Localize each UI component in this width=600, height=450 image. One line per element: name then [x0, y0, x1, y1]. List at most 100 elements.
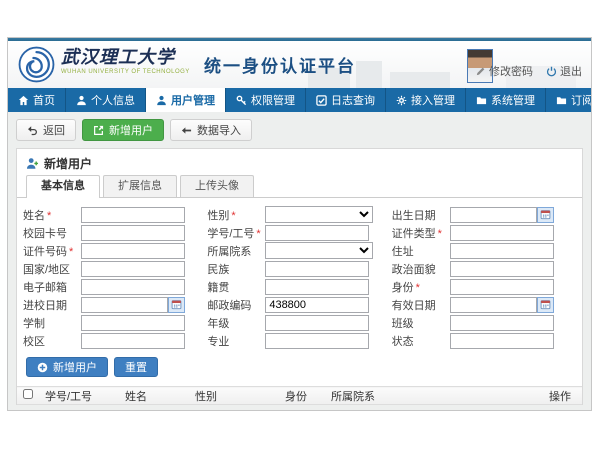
field-input[interactable] — [81, 297, 168, 313]
nav-item-1[interactable]: 首页 — [8, 88, 66, 112]
nav-item-4[interactable]: 权限管理 — [226, 88, 306, 112]
field-label: 进校日期 — [23, 297, 81, 313]
field-input[interactable] — [450, 279, 554, 295]
nav-item-3[interactable]: 用户管理 — [146, 88, 226, 112]
field-input[interactable] — [81, 261, 185, 277]
required-star: * — [256, 228, 260, 240]
form-row: 身份* — [392, 278, 576, 295]
change-password-link[interactable]: 修改密码 — [475, 63, 533, 79]
field-select[interactable] — [265, 206, 373, 223]
field-input[interactable] — [81, 279, 185, 295]
data-import-button[interactable]: 数据导入 — [170, 119, 252, 141]
log-icon — [316, 95, 327, 106]
university-name-cn: 武汉理工大学 — [61, 48, 190, 68]
field-input[interactable] — [450, 297, 537, 313]
nav-item-2[interactable]: 个人信息 — [66, 88, 146, 112]
nav-item-label: 首页 — [33, 92, 55, 108]
field-input[interactable] — [81, 207, 185, 223]
user-icon — [76, 95, 87, 106]
university-name-block: 武汉理工大学 WUHAN UNIVERSITY OF TECHNOLOGY — [61, 48, 190, 75]
back-arrow-icon — [27, 125, 38, 136]
form-row: 证件类型* — [392, 224, 576, 241]
nav-item-label: 用户管理 — [171, 92, 215, 108]
form-row: 证件号码* — [23, 242, 207, 259]
table-header-cell: 身份 — [281, 387, 327, 405]
field-label: 电子邮箱 — [23, 279, 81, 295]
reset-button-label: 重置 — [125, 359, 147, 375]
field-label: 住址 — [392, 243, 450, 259]
user-table-header-row: 学号/工号姓名性别身份所属院系操作 — [17, 387, 582, 405]
folder-icon — [476, 95, 487, 106]
required-star: * — [416, 282, 420, 294]
field-input[interactable] — [450, 243, 554, 259]
tab-2[interactable]: 扩展信息 — [103, 175, 177, 197]
field-input[interactable] — [265, 315, 369, 331]
change-password-label: 修改密码 — [489, 63, 533, 79]
nav-item-7[interactable]: 系统管理 — [466, 88, 546, 112]
nav-item-5[interactable]: 日志查询 — [306, 88, 386, 112]
field-input[interactable] — [81, 333, 185, 349]
select-all-cell — [17, 387, 41, 405]
table-header-cell: 性别 — [191, 387, 281, 405]
back-button[interactable]: 返回 — [16, 119, 76, 141]
reset-button[interactable]: 重置 — [114, 357, 158, 377]
field-label: 性别* — [207, 207, 265, 223]
university-logo-icon — [18, 46, 55, 83]
submit-add-user-button[interactable]: 新增用户 — [26, 357, 108, 377]
header: 武汉理工大学 WUHAN UNIVERSITY OF TECHNOLOGY 统一… — [8, 41, 591, 88]
platform-title: 统一身份认证平台 — [204, 52, 356, 77]
field-input[interactable] — [81, 225, 185, 241]
add-user-toolbar-button[interactable]: 新增用户 — [82, 119, 164, 141]
field-input[interactable] — [265, 279, 369, 295]
field-input[interactable] — [81, 315, 185, 331]
required-star: * — [438, 228, 442, 240]
field-input[interactable] — [450, 315, 554, 331]
calendar-icon[interactable] — [168, 297, 185, 313]
calendar-icon[interactable] — [537, 297, 554, 313]
nav-item-label: 系统管理 — [491, 92, 535, 108]
field-input[interactable] — [265, 333, 369, 349]
section-title-row: 新增用户 — [17, 149, 582, 176]
nav-item-6[interactable]: 接入管理 — [386, 88, 466, 112]
submit-add-user-label: 新增用户 — [53, 359, 97, 375]
field-label: 国家/地区 — [23, 261, 81, 277]
form-row: 邮政编码 — [207, 296, 391, 313]
form-row: 年级 — [207, 314, 391, 331]
content-area: 返回 新增用户 数据导入 新增用户 基本信息扩展信息上传头像 姓名*校园卡号证件… — [8, 112, 591, 411]
field-input[interactable] — [450, 225, 554, 241]
nav-bar: 首页个人信息 用户管理权限管理 日志查询接入管理 系统管理 订阅管理 — [8, 88, 591, 112]
field-input[interactable] — [450, 333, 554, 349]
field-input[interactable] — [450, 207, 537, 223]
nav-item-label: 订阅管理 — [571, 92, 592, 108]
field-input[interactable] — [265, 225, 369, 241]
calendar-icon[interactable] — [537, 207, 554, 223]
field-input[interactable] — [450, 261, 554, 277]
logout-link[interactable]: 退出 — [546, 63, 582, 79]
field-label: 证件类型* — [392, 225, 450, 241]
field-input[interactable] — [265, 297, 369, 313]
user-plus-icon — [26, 157, 39, 170]
field-label: 校园卡号 — [23, 225, 81, 241]
field-input[interactable] — [81, 243, 185, 259]
key-icon — [236, 95, 247, 106]
field-label: 校区 — [23, 333, 81, 349]
form-row: 所属院系 — [207, 242, 391, 259]
tab-1[interactable]: 基本信息 — [26, 175, 100, 198]
back-button-label: 返回 — [43, 122, 65, 138]
required-star: * — [231, 210, 235, 222]
nav-item-label: 日志查询 — [331, 92, 375, 108]
date-field — [450, 297, 554, 313]
field-select[interactable] — [265, 242, 373, 259]
form-row: 班级 — [392, 314, 576, 331]
form-column-1: 姓名*校园卡号证件号码*国家/地区电子邮箱进校日期学制校区 — [23, 206, 207, 350]
field-label: 证件号码* — [23, 243, 81, 259]
add-user-panel: 新增用户 基本信息扩展信息上传头像 姓名*校园卡号证件号码*国家/地区电子邮箱进… — [16, 148, 583, 405]
field-label: 籍贯 — [207, 279, 265, 295]
field-label: 学号/工号* — [207, 225, 265, 241]
nav-item-8[interactable]: 订阅管理 — [546, 88, 592, 112]
tab-3[interactable]: 上传头像 — [180, 175, 254, 197]
select-all-checkbox[interactable] — [23, 389, 33, 399]
field-input[interactable] — [265, 261, 369, 277]
data-import-label: 数据导入 — [197, 122, 241, 138]
field-label: 专业 — [207, 333, 265, 349]
